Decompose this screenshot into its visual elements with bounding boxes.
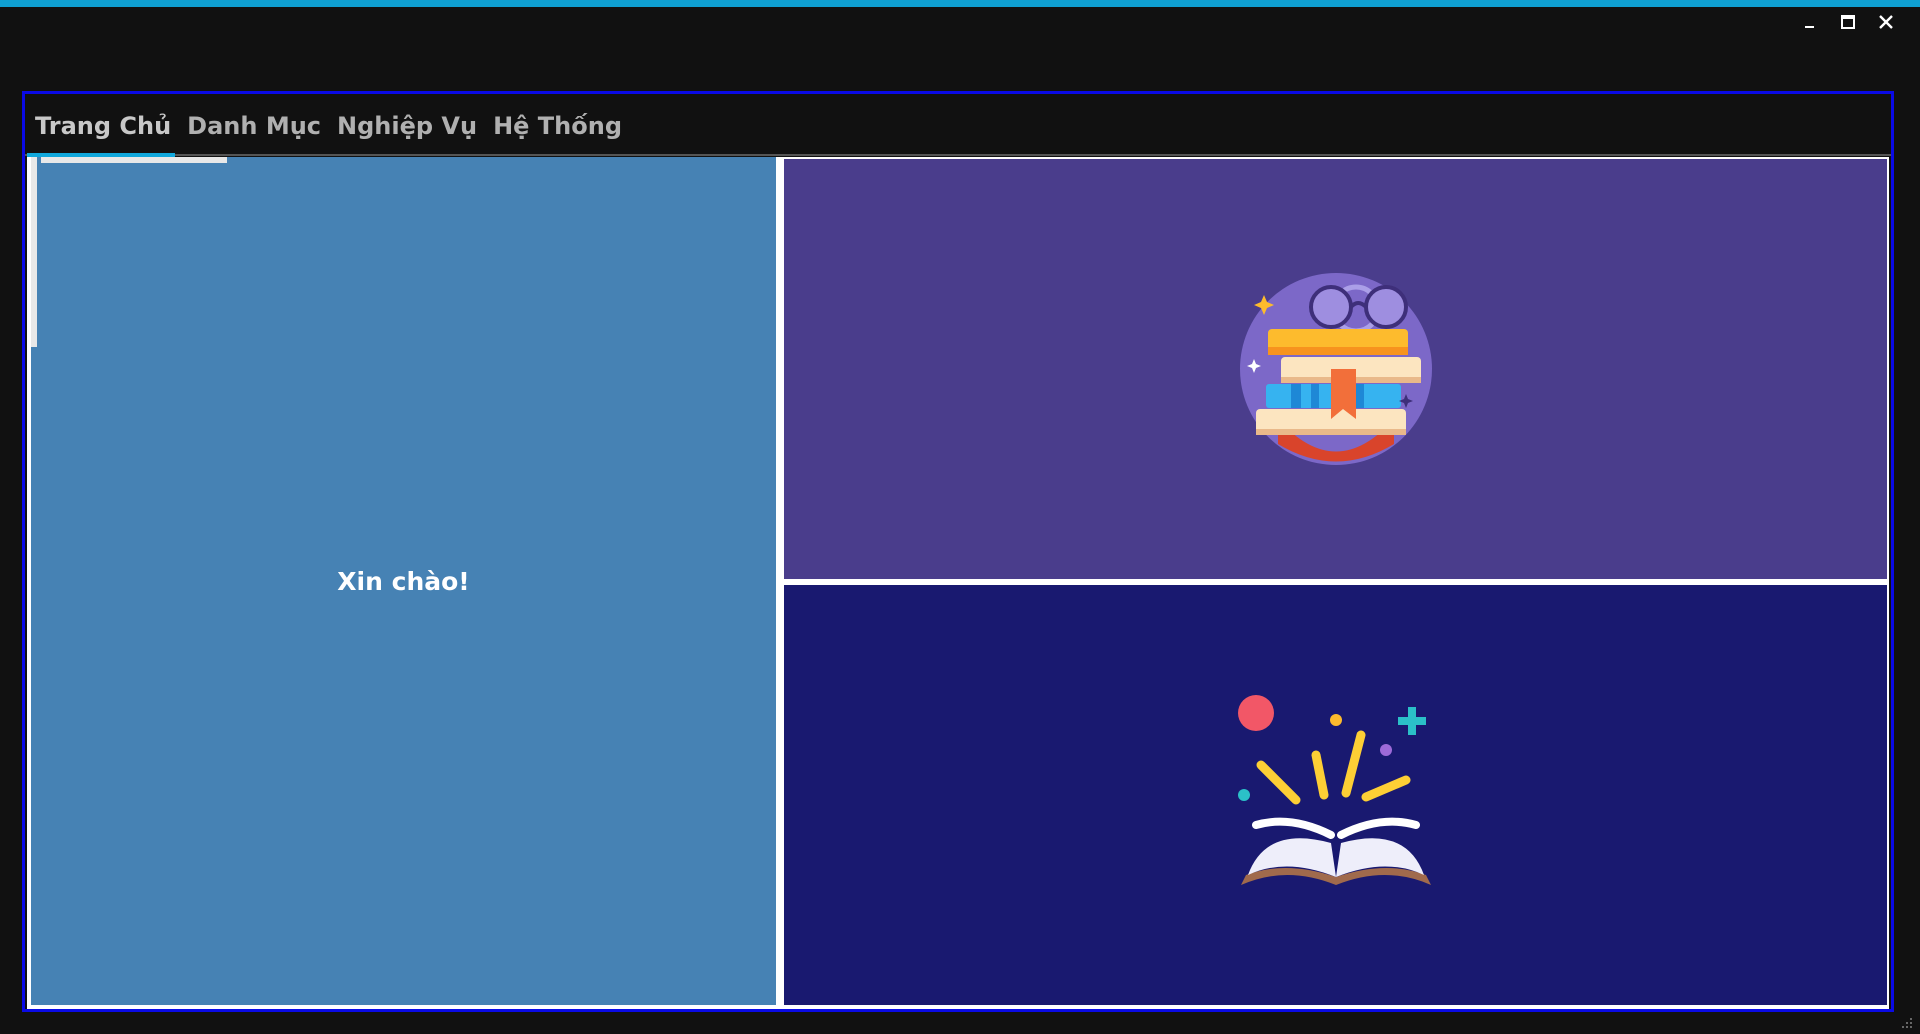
tab-bar: Trang Chủ Danh Mục Nghiệp Vụ Hệ Thống	[35, 112, 622, 148]
tab-trang-chu[interactable]: Trang Chủ	[35, 112, 171, 148]
panel-corner-mark-vertical	[31, 157, 37, 347]
greeting-text: Xin chào!	[337, 566, 470, 596]
window-controls	[1800, 12, 1896, 32]
welcome-panel: Xin chào!	[31, 157, 776, 1005]
illustration-panel-top	[784, 159, 1887, 579]
close-icon[interactable]	[1876, 12, 1896, 32]
open-book-icon	[1237, 695, 1431, 885]
tab-he-thong[interactable]: Hệ Thống	[493, 112, 622, 148]
resize-grip-icon[interactable]	[1898, 1014, 1914, 1030]
minimize-icon[interactable]	[1800, 12, 1820, 32]
tab-danh-muc[interactable]: Danh Mục	[187, 112, 321, 148]
app-window: Trang Chủ Danh Mục Nghiệp Vụ Hệ Thống Xi…	[0, 0, 1920, 1034]
tab-nghiep-vu[interactable]: Nghiệp Vụ	[337, 112, 477, 148]
panel-corner-mark	[41, 157, 227, 163]
main-frame: Trang Chủ Danh Mục Nghiệp Vụ Hệ Thống Xi…	[22, 91, 1894, 1012]
illustration-panel-bottom	[784, 585, 1887, 1005]
home-content: Xin chào!	[27, 157, 1889, 1009]
tab-strip-divider	[25, 154, 1891, 156]
maximize-icon[interactable]	[1838, 12, 1858, 32]
books-stack-icon	[1239, 273, 1432, 465]
window-accent-bar	[0, 0, 1920, 7]
